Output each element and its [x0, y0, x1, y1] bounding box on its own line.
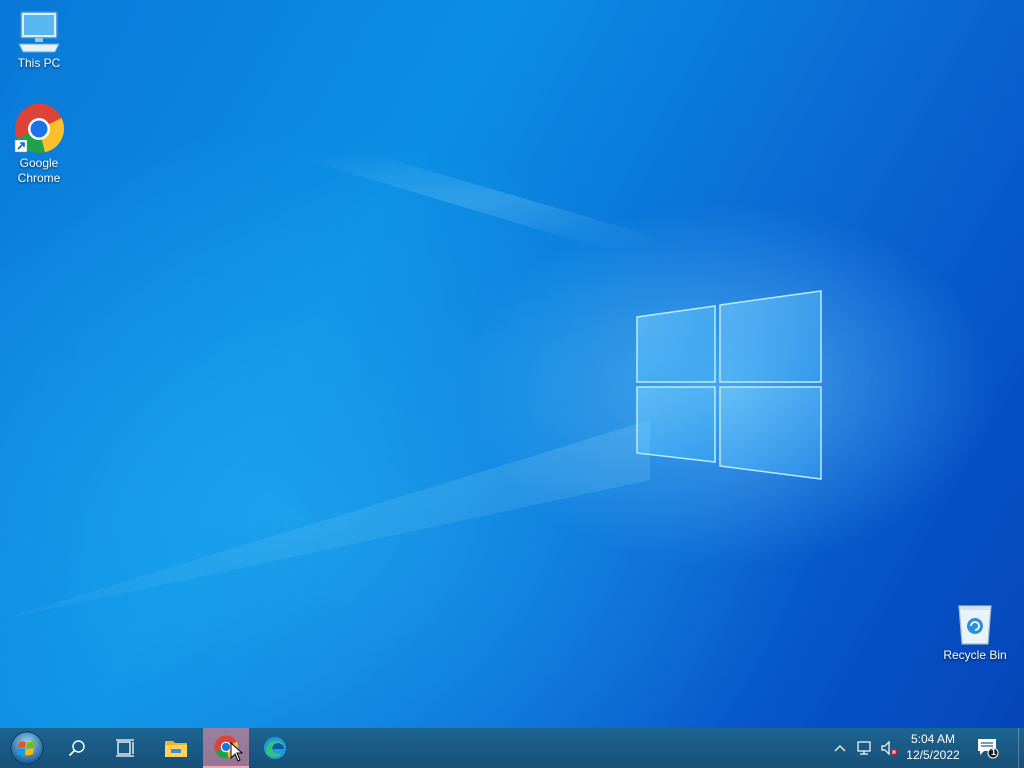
- recycle-bin-icon: [958, 605, 992, 645]
- show-desktop-button[interactable]: [1018, 728, 1024, 768]
- wallpaper-light-beam: [120, 80, 840, 320]
- volume-tray-icon[interactable]: [878, 728, 900, 768]
- action-center-button[interactable]: 1: [968, 728, 1008, 768]
- google-chrome-taskbar-button[interactable]: [203, 728, 249, 768]
- show-hidden-icons-button[interactable]: [830, 728, 850, 768]
- chevron-up-icon: [834, 745, 846, 752]
- mouse-cursor-icon: [230, 742, 244, 762]
- system-clock[interactable]: 5:04 AM 12/5/2022: [900, 731, 966, 765]
- notification-count-badge: 1: [991, 747, 997, 757]
- search-icon: [68, 740, 85, 757]
- volume-muted-icon: [881, 740, 898, 756]
- desktop-icon-label: Google Chrome: [17, 156, 61, 185]
- notification-icon: [978, 739, 999, 759]
- desktop-icon-label: This PC: [17, 56, 61, 70]
- file-explorer-button[interactable]: [153, 728, 199, 768]
- chrome-icon: [14, 104, 64, 153]
- start-button[interactable]: [4, 728, 50, 768]
- folder-icon: [165, 741, 187, 757]
- wallpaper-light-beam: [0, 420, 650, 620]
- task-view-icon: [116, 739, 134, 757]
- network-icon: [857, 741, 871, 755]
- computer-icon: [18, 11, 60, 53]
- desktop-icon-this-pc[interactable]: This PC: [2, 10, 76, 71]
- task-view-button[interactable]: [102, 728, 148, 768]
- windows-logo: [636, 290, 822, 480]
- clock-date: 12/5/2022: [906, 748, 960, 762]
- microsoft-edge-taskbar-button[interactable]: [252, 728, 298, 768]
- windows-start-orb-icon: [10, 731, 44, 765]
- network-tray-icon[interactable]: [854, 728, 876, 768]
- edge-icon: [264, 737, 286, 759]
- clock-time: 5:04 AM: [910, 732, 956, 746]
- taskbar: 5:04 AM 12/5/2022 1: [0, 728, 1024, 768]
- desktop-wallpaper[interactable]: This PC Google Chrome Recycle Bin: [0, 0, 1024, 728]
- desktop-icon-label: Recycle Bin: [943, 648, 1007, 662]
- desktop-icon-google-chrome[interactable]: Google Chrome: [2, 104, 76, 186]
- search-button[interactable]: [54, 728, 100, 768]
- desktop-icon-recycle-bin[interactable]: Recycle Bin: [938, 602, 1012, 663]
